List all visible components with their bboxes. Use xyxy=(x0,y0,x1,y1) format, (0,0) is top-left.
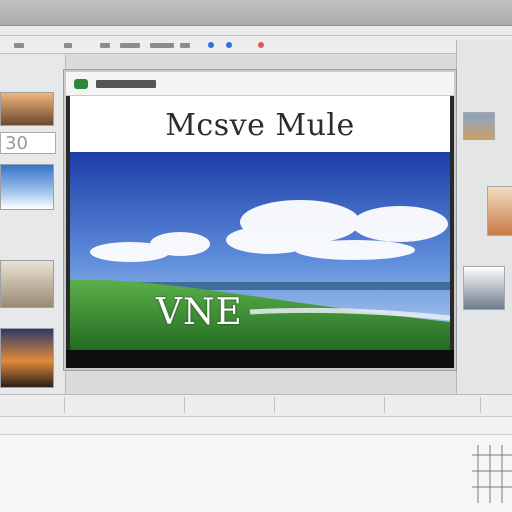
toolbar-tool-icon[interactable] xyxy=(150,43,174,48)
app-title-bar xyxy=(0,0,512,26)
timeline-segment[interactable] xyxy=(64,397,185,413)
timeline-area[interactable] xyxy=(0,434,512,512)
timeline-segment[interactable] xyxy=(384,397,481,413)
toolbar-tool-icon[interactable] xyxy=(14,43,24,48)
window-status-bar xyxy=(66,350,454,368)
slides-panel: 30 xyxy=(0,54,66,394)
toolbar-tool-icon[interactable] xyxy=(64,43,72,48)
timeline-segment[interactable] xyxy=(184,397,275,413)
toolbar-tool-icon[interactable] xyxy=(100,43,110,48)
red-dot-icon[interactable] xyxy=(258,42,264,48)
slide-thumbnail[interactable] xyxy=(0,92,54,126)
toolbar xyxy=(0,36,512,54)
toolbar-tool-icon[interactable] xyxy=(120,43,140,48)
blue-dot-icon[interactable] xyxy=(226,42,232,48)
preview-window: Mcsve Mule VNE xyxy=(64,70,456,370)
timeline-segment[interactable] xyxy=(0,397,65,413)
record-icon[interactable] xyxy=(74,79,88,89)
window-title-bar xyxy=(66,72,454,96)
slide-header: Mcsve Mule xyxy=(70,96,450,152)
asset-thumbnail[interactable] xyxy=(463,266,505,310)
slide-number-label: 30 xyxy=(0,132,56,154)
timeline-toolbar xyxy=(0,394,512,416)
slide-thumbnail[interactable] xyxy=(0,260,54,308)
window-controls[interactable] xyxy=(96,80,156,88)
blue-dot-icon[interactable] xyxy=(208,42,214,48)
asset-thumbnail[interactable] xyxy=(463,112,495,140)
scroll-grip-icon[interactable] xyxy=(472,439,512,509)
slide-title: Mcsve Mule xyxy=(165,108,355,143)
slide-caption: VNE xyxy=(156,292,243,333)
timeline-segment[interactable] xyxy=(274,397,385,413)
toolbar-tool-icon[interactable] xyxy=(180,43,190,48)
properties-panel xyxy=(456,40,512,394)
slide-thumbnail[interactable] xyxy=(0,328,54,388)
slide-image: VNE xyxy=(70,152,450,350)
landscape-image xyxy=(70,152,450,350)
asset-thumbnail[interactable] xyxy=(487,186,512,236)
timeline-track[interactable] xyxy=(0,416,512,434)
menu-bar[interactable] xyxy=(0,26,512,36)
slide-thumbnail[interactable] xyxy=(0,164,54,210)
